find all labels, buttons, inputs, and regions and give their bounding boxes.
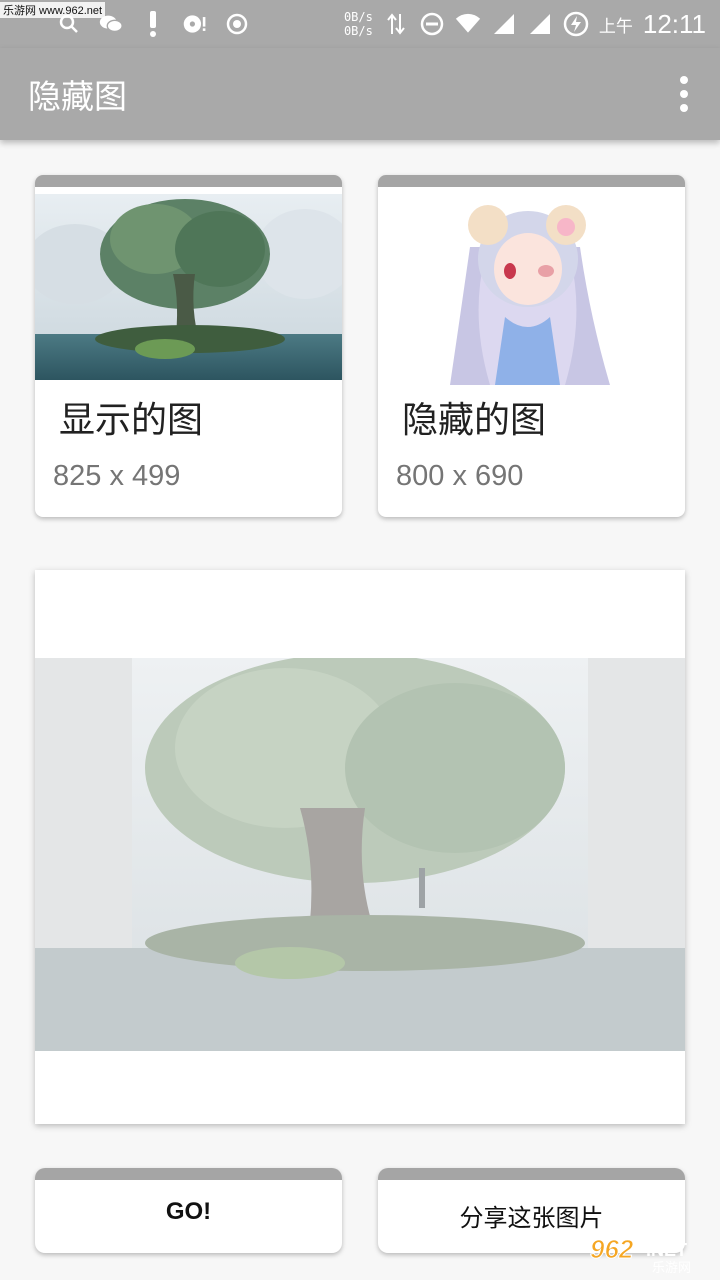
wechat-icon — [98, 11, 124, 37]
disc-alert-icon — [182, 11, 208, 37]
signal-icon-2 — [527, 11, 553, 37]
wifi-icon — [455, 11, 481, 37]
result-image — [35, 658, 685, 1051]
hidden-image-card[interactable]: 隐藏的图 800 x 690 — [378, 175, 685, 517]
clock-ampm: 上午 — [598, 16, 633, 37]
site-watermark-logo: 962 .NET 乐游网 — [586, 1234, 712, 1277]
shown-image-size: 825 x 499 — [53, 460, 181, 492]
card-header-strip — [378, 175, 685, 187]
do-not-disturb-icon — [419, 11, 445, 37]
card-header-strip — [35, 175, 342, 187]
shown-image-card[interactable]: 显示的图 825 x 499 — [35, 175, 342, 517]
net-up-speed: 0B/s — [343, 10, 373, 24]
data-transfer-icon — [383, 11, 409, 37]
shown-image-thumbnail — [35, 194, 342, 380]
share-image-button-label: 分享这张图片 — [459, 1204, 604, 1232]
network-speed: 0B/s 0B/s — [344, 10, 373, 38]
go-button[interactable]: GO! — [35, 1168, 342, 1253]
alert-icon — [140, 11, 166, 37]
overflow-menu-icon[interactable] — [678, 76, 690, 112]
hidden-image-title: 隐藏的图 — [402, 400, 547, 441]
signal-icon — [491, 11, 517, 37]
watermark-net: .NET — [646, 1240, 687, 1260]
hidden-image-thumbnail — [390, 187, 673, 385]
hidden-image-size: 800 x 690 — [396, 460, 524, 492]
app-bar: 隐藏图 — [0, 48, 720, 140]
watermark-brand: 962 — [590, 1234, 634, 1264]
battery-charging-icon — [563, 11, 589, 37]
button-header-strip — [378, 1168, 685, 1180]
net-down-speed: 0B/s — [343, 24, 373, 38]
page-title: 隐藏图 — [28, 77, 127, 116]
result-preview-card — [35, 570, 685, 1124]
status-bar: 乐游网 www.962.net 0B/s 0B/s 上午 12:11 — [0, 0, 720, 48]
clock-time: 12:11 — [642, 8, 706, 39]
search-icon — [56, 11, 82, 37]
go-button-label: GO! — [165, 1198, 212, 1225]
button-header-strip — [35, 1168, 342, 1180]
record-icon — [224, 11, 250, 37]
shown-image-title: 显示的图 — [59, 400, 204, 441]
watermark-site: 乐游网 — [652, 1261, 691, 1274]
